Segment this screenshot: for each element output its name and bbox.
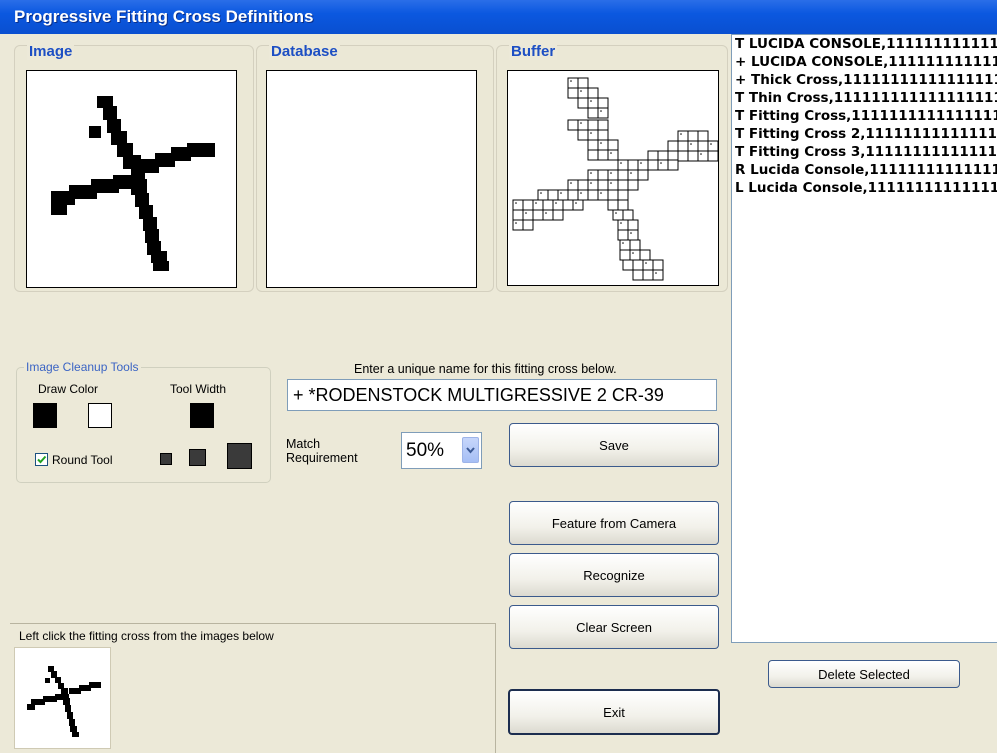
buffer-grid-drawing <box>512 77 718 281</box>
match-requirement-value: 50% <box>406 440 445 461</box>
name-prompt: Enter a unique name for this fitting cro… <box>354 362 617 376</box>
tool-width-large[interactable] <box>227 443 252 469</box>
fitting-cross-list[interactable]: T LUCIDA CONSOLE,11111111111111111111 + … <box>731 34 997 643</box>
save-button[interactable]: Save <box>509 423 719 467</box>
fitting-cross-name-input[interactable]: + *RODENSTOCK MULTIGRESSIVE 2 CR-39 <box>287 379 717 411</box>
match-label-line1: Match <box>286 437 321 451</box>
thumbnail-instruction: Left click the fitting cross from the im… <box>19 629 274 643</box>
list-item[interactable]: L Lucida Console,11111111111111111111 <box>732 179 997 197</box>
fitting-cross-drawing <box>51 96 215 271</box>
tool-width-small[interactable] <box>160 453 172 465</box>
list-item[interactable]: T Fitting Cross,11111111111111111111111 <box>732 107 997 125</box>
window-title: Progressive Fitting Cross Definitions <box>14 7 314 26</box>
black-color-swatch[interactable] <box>33 403 57 428</box>
buffer-panel-label: Buffer <box>509 43 558 60</box>
chevron-down-icon[interactable] <box>462 437 479 463</box>
exit-button[interactable]: Exit <box>508 689 720 735</box>
match-label: Match Requirement <box>286 437 358 465</box>
image-panel-label: Image <box>27 43 75 60</box>
list-item[interactable]: + LUCIDA CONSOLE,11111111111111111111 <box>732 53 997 71</box>
round-tool-label: Round Tool <box>52 453 113 467</box>
match-label-line2: Requirement <box>286 451 358 465</box>
list-item[interactable]: T Fitting Cross 2,11111111111111111111 <box>732 125 997 143</box>
database-panel-label: Database <box>269 43 340 60</box>
list-item[interactable]: R Lucida Console,11111111111111111111 <box>732 161 997 179</box>
thumbnail-image[interactable] <box>14 647 111 749</box>
buffer-canvas[interactable] <box>507 70 719 286</box>
image-canvas[interactable] <box>26 70 237 288</box>
list-item[interactable]: + Thick Cross,111111111111111111111111 <box>732 71 997 89</box>
list-item[interactable]: T LUCIDA CONSOLE,11111111111111111111 <box>732 35 997 53</box>
tool-width-label: Tool Width <box>170 382 227 396</box>
feature-from-camera-button[interactable]: Feature from Camera <box>509 501 719 545</box>
draw-color-label: Draw Color <box>38 382 99 396</box>
recognize-button[interactable]: Recognize <box>509 553 719 597</box>
title-bar: Progressive Fitting Cross Definitions <box>0 0 997 34</box>
delete-selected-button[interactable]: Delete Selected <box>768 660 960 688</box>
list-item[interactable]: T Fitting Cross 3,11111111111111111111 <box>732 143 997 161</box>
database-canvas[interactable] <box>266 70 477 288</box>
list-item[interactable]: T Thin Cross,1111111111111111111111111 <box>732 89 997 107</box>
image-cleanup-tools-title: Image Cleanup Tools <box>24 360 141 374</box>
checkmark-icon <box>37 455 47 464</box>
match-requirement-select[interactable]: 50% <box>401 432 482 469</box>
tool-width-large-preview[interactable] <box>190 403 214 428</box>
fitting-cross-thumbnail <box>27 666 101 737</box>
round-tool-checkbox[interactable] <box>35 453 48 466</box>
tool-width-medium[interactable] <box>189 449 206 466</box>
clear-screen-button[interactable]: Clear Screen <box>509 605 719 649</box>
white-color-swatch[interactable] <box>88 403 112 428</box>
